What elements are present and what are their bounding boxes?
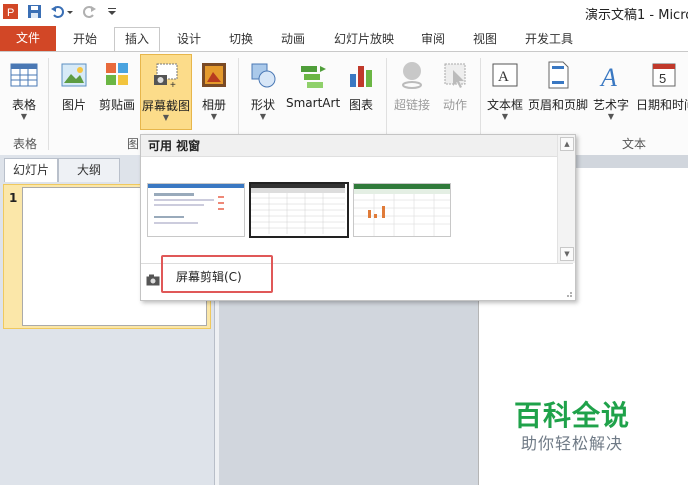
undo-dropdown-icon[interactable] — [66, 4, 74, 19]
window-title: 演示文稿1 - Micro — [585, 8, 688, 23]
textbox-label: 文本框 — [486, 98, 523, 112]
action-label: 动作 — [442, 98, 467, 112]
window-thumbnail-3[interactable] — [353, 183, 451, 237]
chevron-down-icon: ▼ — [20, 112, 28, 121]
textbox-button[interactable]: A 文本框 ▼ — [484, 54, 526, 130]
svg-text:5: 5 — [659, 71, 666, 86]
group-label-images: 图 — [126, 137, 139, 151]
smartart-button[interactable]: SmartArt — [286, 54, 340, 130]
chart-label: 图表 — [348, 98, 373, 112]
window-preview-1 — [148, 184, 244, 224]
chevron-down-icon: ▼ — [501, 112, 509, 121]
clipart-icon — [106, 63, 128, 85]
tab-file[interactable]: 文件 — [0, 26, 56, 51]
tab-home[interactable]: 开始 — [60, 28, 110, 51]
chart-button[interactable]: 图表 — [344, 54, 378, 130]
screenshot-icon: + — [154, 63, 178, 91]
undo-icon[interactable] — [50, 4, 65, 19]
window-preview-2 — [251, 184, 345, 234]
chevron-down-icon: ▼ — [259, 112, 267, 121]
tab-slideshow[interactable]: 幻灯片放映 — [324, 28, 404, 51]
screen-clipping-button[interactable]: 屏幕剪辑(C) — [161, 255, 273, 293]
watermark-title: 百科全说 — [514, 399, 631, 432]
action-button[interactable]: 动作 — [436, 54, 474, 130]
header-footer-button[interactable]: 页眉和页脚 — [528, 54, 588, 130]
header-footer-icon — [548, 61, 569, 89]
svg-text:P: P — [7, 7, 14, 19]
scroll-up-icon[interactable]: ▲ — [560, 137, 574, 151]
tab-animations[interactable]: 动画 — [270, 28, 316, 51]
group-label-tables: 表格 — [12, 137, 37, 151]
clipart-button[interactable]: 剪贴画 — [96, 54, 138, 130]
action-icon — [444, 63, 466, 88]
album-label: 相册 — [201, 98, 226, 112]
svg-text:A: A — [599, 63, 617, 90]
table-label: 表格 — [11, 98, 36, 112]
wordart-label: 艺术字 — [592, 98, 629, 112]
header-footer-label: 页眉和页脚 — [528, 98, 589, 112]
tab-design[interactable]: 设计 — [166, 28, 212, 51]
customize-icon[interactable] — [107, 4, 117, 19]
watermark-subtitle: 助你轻松解决 — [521, 434, 624, 453]
chevron-down-icon: ▼ — [162, 113, 170, 122]
table-button[interactable]: 表格 ▼ — [4, 54, 44, 130]
calendar-icon: 5 — [652, 63, 676, 87]
hyperlink-label: 超链接 — [393, 98, 430, 112]
screenshot-button[interactable]: + 屏幕截图 ▼ — [140, 54, 192, 130]
screenshot-dropdown: 可用 视窗 ▲ ▼ 屏幕剪辑(C) — [140, 134, 576, 301]
clipart-label: 剪贴画 — [98, 98, 135, 112]
smartart-icon — [301, 66, 326, 88]
window-preview-3 — [354, 184, 450, 236]
screenshot-label: 屏幕截图 — [141, 99, 190, 113]
photo-album-icon — [202, 63, 226, 87]
picture-icon — [61, 63, 87, 87]
table-icon — [10, 63, 38, 87]
picture-button[interactable]: 图片 — [54, 54, 94, 130]
shapes-icon — [251, 63, 276, 88]
slide-number: 1 — [9, 191, 18, 205]
datetime-label: 日期和时间 — [636, 98, 688, 112]
wordart-icon: A — [599, 63, 617, 90]
group-divider — [48, 58, 49, 150]
save-icon[interactable] — [27, 4, 42, 19]
tab-insert[interactable]: 插入 — [114, 27, 160, 52]
shapes-button[interactable]: 形状 ▼ — [244, 54, 282, 130]
hyperlink-button[interactable]: 超链接 — [390, 54, 434, 130]
tab-transitions[interactable]: 切换 — [218, 28, 264, 51]
powerpoint-app-icon[interactable]: P — [3, 4, 18, 19]
tab-outline[interactable]: 大纲 — [58, 158, 120, 182]
chevron-down-icon: ▼ — [607, 112, 615, 121]
redo-icon[interactable] — [82, 4, 97, 19]
gallery-scrollbar[interactable]: ▲ ▼ — [557, 135, 575, 263]
wordart-button[interactable]: A 艺术字 ▼ — [590, 54, 632, 130]
tab-view[interactable]: 视图 — [462, 28, 508, 51]
window-thumbnail-1[interactable] — [147, 183, 245, 237]
window-thumbnail-2[interactable] — [249, 182, 349, 238]
datetime-button[interactable]: 5 日期和时间 — [634, 54, 688, 130]
screen-clipping-label: 屏幕剪辑(C) — [176, 270, 242, 284]
resize-grip-icon[interactable] — [565, 290, 573, 298]
tab-developer[interactable]: 开发工具 — [514, 28, 584, 51]
chevron-down-icon: ▼ — [210, 112, 218, 121]
screen-clipping-icon — [146, 274, 160, 286]
title-bar: P 演示文稿1 - Micro — [0, 0, 688, 25]
chart-icon — [350, 66, 372, 87]
group-label-text: 文本 — [621, 137, 646, 151]
smartart-label: SmartArt — [286, 96, 341, 110]
svg-text:A: A — [498, 69, 509, 85]
svg-text:+: + — [170, 80, 176, 91]
shapes-label: 形状 — [250, 98, 275, 112]
picture-label: 图片 — [61, 98, 86, 112]
available-windows-header: 可用 视窗 — [141, 135, 557, 157]
album-button[interactable]: 相册 ▼ — [196, 54, 232, 130]
scroll-down-icon[interactable]: ▼ — [560, 247, 574, 261]
tab-review[interactable]: 审阅 — [410, 28, 456, 51]
textbox-icon: A — [492, 63, 518, 87]
ribbon-tab-bar: 文件 开始 插入 设计 切换 动画 幻灯片放映 审阅 视图 开发工具 — [0, 24, 688, 52]
hyperlink-icon — [402, 62, 422, 89]
tab-slides[interactable]: 幻灯片 — [4, 158, 58, 182]
